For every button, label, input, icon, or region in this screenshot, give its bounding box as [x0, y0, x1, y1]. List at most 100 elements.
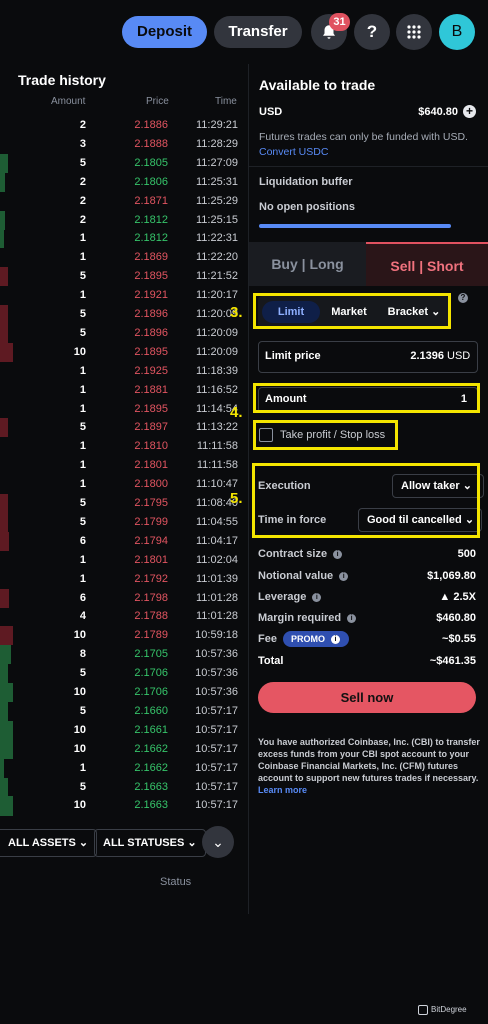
trade-price: 2.1895	[134, 345, 168, 358]
info-icon[interactable]: i	[333, 549, 343, 559]
deposit-button[interactable]: Deposit	[122, 16, 207, 48]
trade-amount: 1	[79, 232, 86, 245]
tab-buy-long[interactable]: Buy | Long	[249, 242, 366, 286]
status-column-header: Status	[160, 876, 192, 888]
add-funds-icon[interactable]: +	[463, 105, 476, 118]
trade-amount: 5	[79, 497, 86, 509]
volume-bar	[0, 512, 8, 532]
trade-time: 10:57:36	[195, 686, 238, 698]
trade-amount: 2	[79, 213, 86, 226]
trade-price: 2.1799	[134, 515, 168, 528]
trade-amount: 1	[79, 478, 86, 491]
trade-amount: 5	[79, 667, 86, 680]
info-icon[interactable]: i	[347, 613, 357, 623]
all-statuses-filter[interactable]: ALL STATUSES ⌄	[94, 829, 206, 857]
trade-time: 10:57:17	[195, 780, 238, 793]
trade-amount: 3	[79, 137, 86, 150]
sell-now-button[interactable]: Sell now	[258, 682, 476, 713]
volume-bar	[0, 418, 8, 438]
trade-price: 2.1788	[134, 610, 168, 623]
trade-amount: 5	[79, 270, 86, 283]
trade-time: 11:04:17	[195, 534, 238, 547]
trade-amount: 1	[79, 761, 86, 774]
liquidation-buffer-bar	[259, 224, 451, 228]
watermark: BitDegree	[418, 1005, 467, 1015]
all-assets-filter[interactable]: ALL ASSETS ⌄	[0, 829, 98, 857]
trade-price: 2.1660	[134, 704, 168, 717]
table-row: 2 2.1806 11:25:31	[0, 172, 248, 192]
trade-time: 10:57:17	[195, 761, 238, 774]
table-row: 3 2.1888 11:28:29	[0, 135, 248, 154]
trade-price: 2.1869	[134, 251, 168, 264]
learn-more-link[interactable]: Learn more	[258, 785, 307, 795]
trade-amount: 5	[79, 326, 86, 339]
convert-usdc-link[interactable]: Convert USDC	[259, 146, 328, 158]
table-row: 1 2.1810 11:11:58	[0, 437, 248, 456]
amount-column-header: Amount	[51, 96, 86, 107]
volume-bar	[0, 210, 5, 230]
trade-amount: 1	[79, 440, 86, 453]
leverage-value[interactable]: ▲ 2.5X	[400, 591, 476, 603]
trade-amount: 10	[73, 799, 86, 812]
info-icon[interactable]: i	[312, 592, 322, 602]
highlight-box-3	[253, 293, 451, 329]
trade-time: 11:16:52	[195, 383, 238, 396]
volume-bar	[0, 683, 13, 702]
contract-size-value: 500	[457, 548, 476, 560]
table-row: 10 2.1789 10:59:18	[0, 626, 248, 646]
trade-time: 11:22:20	[195, 251, 238, 264]
table-row: 5 2.1897 11:13:22	[0, 418, 248, 438]
time-column-header: Time	[215, 96, 237, 107]
limit-price-value[interactable]: 2.1396	[380, 350, 444, 362]
total-value: ~$461.35	[429, 655, 476, 667]
apps-button[interactable]	[396, 14, 432, 50]
trade-price: 2.1896	[134, 308, 168, 320]
promo-badge[interactable]: PROMO i	[283, 631, 349, 647]
table-row: 2 2.1886 11:29:21	[0, 116, 248, 135]
volume-bar	[0, 758, 4, 778]
volume-bar	[0, 229, 4, 249]
trade-time: 11:25:15	[195, 213, 238, 226]
volume-bar	[0, 664, 8, 684]
trade-amount: 2	[79, 119, 86, 131]
grid-icon	[407, 25, 421, 39]
table-row: 8 2.1705 10:57:36	[0, 645, 248, 665]
trade-amount: 2	[79, 194, 86, 207]
trade-time: 11:20:09	[195, 345, 238, 358]
help-button[interactable]: ?	[354, 14, 390, 50]
volume-bar	[0, 342, 13, 362]
trade-time: 11:04:55	[195, 515, 238, 528]
table-row: 1 2.1925 11:18:39	[0, 362, 248, 381]
trade-amount: 1	[79, 289, 86, 302]
trade-time: 11:27:09	[195, 156, 238, 169]
table-row: 1 2.1869 11:22:20	[0, 248, 248, 267]
divider	[249, 166, 488, 167]
volume-bar	[0, 494, 8, 513]
avatar[interactable]: B	[439, 14, 475, 50]
trade-amount: 10	[73, 742, 86, 755]
trade-price: 2.1662	[134, 742, 168, 755]
trade-price: 2.1661	[134, 723, 168, 736]
fee-value: ~$0.55	[442, 633, 476, 645]
notification-count-badge: 31	[329, 13, 350, 31]
volume-bar	[0, 720, 13, 740]
trade-amount: 5	[79, 780, 86, 793]
contract-size-label: Contract size i	[258, 548, 343, 560]
volume-bar	[0, 645, 11, 665]
trade-price: 2.1896	[134, 326, 168, 339]
notional-value: $1,069.80	[427, 570, 476, 582]
table-row: 5 2.1896 11:20:09	[0, 323, 248, 343]
trade-price: 2.1795	[134, 497, 168, 509]
trade-price: 2.1801	[134, 553, 168, 566]
collapse-panel-button[interactable]: ⌄	[202, 826, 234, 858]
liquidation-buffer-value: No open positions	[259, 201, 355, 213]
info-icon[interactable]: i	[339, 571, 349, 581]
trade-history-title: Trade history	[18, 72, 106, 88]
highlight-box-4a	[253, 383, 480, 413]
table-row: 10 2.1663 10:57:17	[0, 796, 248, 816]
info-icon[interactable]: ?	[458, 293, 468, 303]
transfer-button[interactable]: Transfer	[214, 16, 302, 48]
panel-divider	[248, 64, 249, 914]
trade-time: 11:21:52	[195, 270, 238, 283]
tab-sell-short[interactable]: Sell | Short	[366, 242, 488, 286]
